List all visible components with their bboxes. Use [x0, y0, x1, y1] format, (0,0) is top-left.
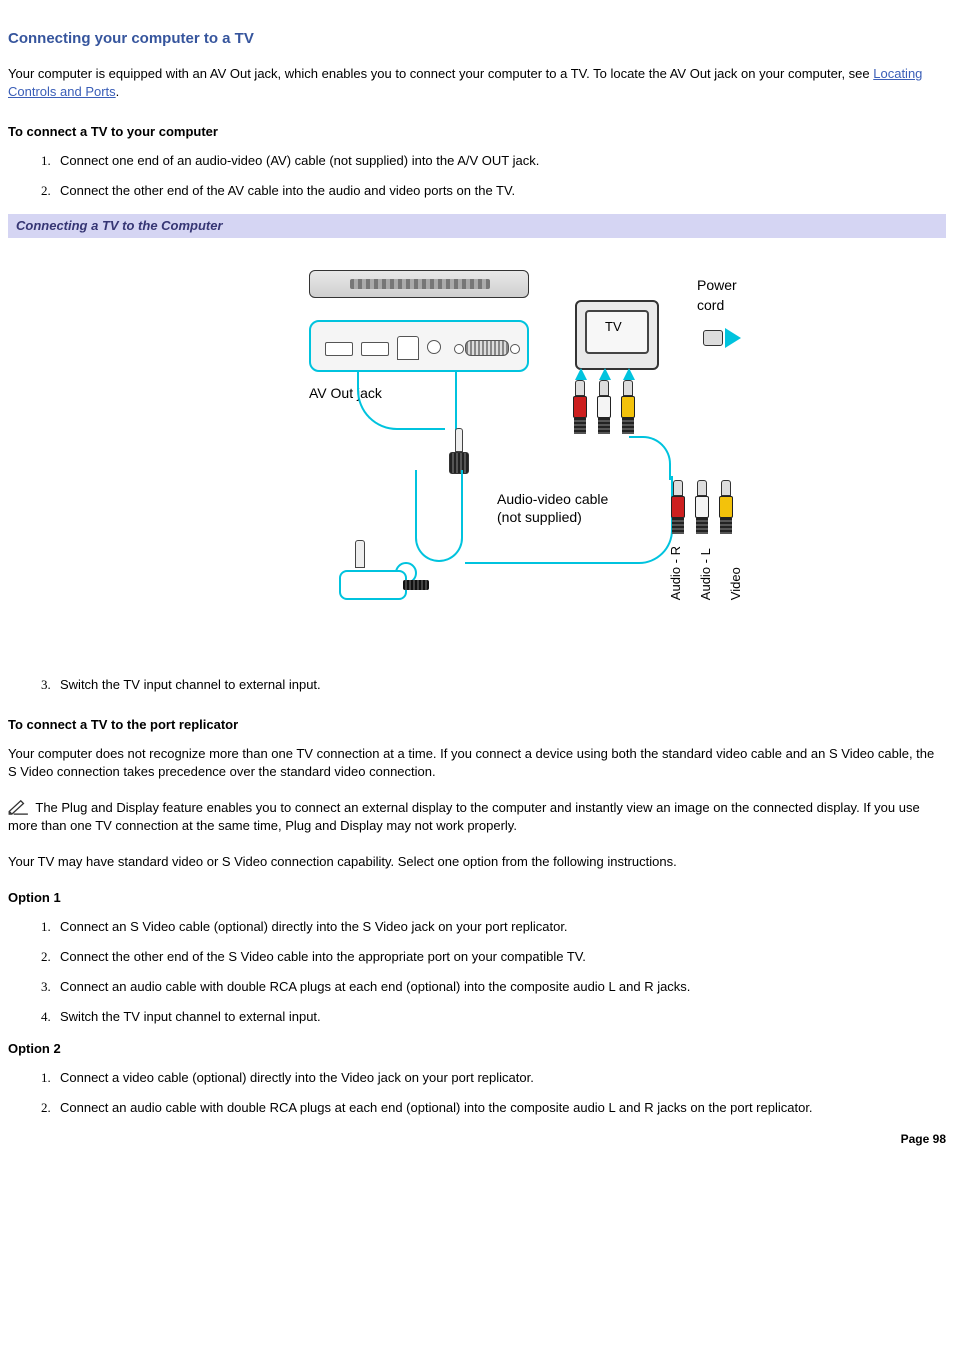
para-select-option: Your TV may have standard video or S Vid… [8, 853, 946, 871]
intro-text-b: . [116, 84, 120, 99]
cable-line-icon [455, 372, 457, 432]
note-pencil-icon [8, 799, 30, 815]
step-item: Connect an audio cable with double RCA p… [54, 978, 946, 996]
step-item: Switch the TV input channel to external … [54, 1008, 946, 1026]
step-item: Connect an audio cable with double RCA p… [54, 1099, 946, 1117]
figure-diagram: AV Out jack TV Power cord Audio-video ca… [8, 238, 946, 668]
port-panel-icon [309, 320, 529, 372]
page-title: Connecting your computer to a TV [8, 28, 946, 49]
av-out-callout-icon [357, 372, 445, 430]
video-label: Video [727, 546, 745, 600]
note-text: The Plug and Display feature enables you… [8, 800, 920, 833]
arrow-up-icon [623, 368, 635, 380]
note-paragraph: The Plug and Display feature enables you… [8, 799, 946, 835]
intro-paragraph: Your computer is equipped with an AV Out… [8, 65, 946, 101]
para-precedence: Your computer does not recognize more th… [8, 745, 946, 781]
audio-l-label: Audio - L [697, 546, 715, 600]
arrow-up-icon [575, 368, 587, 380]
laptop-icon [309, 270, 529, 298]
power-cord-label: Power cord [697, 276, 757, 315]
rca-vertical-labels: Audio - R Audio - L Video [667, 546, 746, 600]
arrow-up-icon [599, 368, 611, 380]
jack-box-icon [339, 540, 429, 614]
callout-line-icon [629, 436, 671, 480]
step-item: Switch the TV input channel to external … [54, 676, 946, 694]
step-item: Connect an S Video cable (optional) dire… [54, 918, 946, 936]
option-1-heading: Option 1 [8, 889, 946, 907]
option-2-heading: Option 2 [8, 1040, 946, 1058]
page-number: Page 98 [8, 1131, 946, 1148]
av-cable-label: Audio-video cable (not supplied) [497, 490, 608, 526]
rca-plugs-bottom-icon [671, 480, 733, 534]
power-cord-icon [661, 326, 723, 352]
tv-label: TV [605, 318, 622, 336]
intro-text-a: Your computer is equipped with an AV Out… [8, 66, 873, 81]
subhead-connect-tv: To connect a TV to your computer [8, 123, 946, 141]
option-2-steps: Connect a video cable (optional) directl… [8, 1069, 946, 1117]
step-item: Connect one end of an audio-video (AV) c… [54, 152, 946, 170]
av-cable-label-line2: (not supplied) [497, 509, 582, 525]
rca-plugs-top-icon [573, 380, 635, 434]
step-item: Connect the other end of the S Video cab… [54, 948, 946, 966]
option-1-steps: Connect an S Video cable (optional) dire… [8, 918, 946, 1027]
figure-caption: Connecting a TV to the Computer [8, 214, 946, 238]
steps-connect-tv-cont: Switch the TV input channel to external … [8, 676, 946, 694]
step-item: Connect a video cable (optional) directl… [54, 1069, 946, 1087]
subhead-port-replicator: To connect a TV to the port replicator [8, 716, 946, 734]
audio-r-label: Audio - R [667, 546, 685, 600]
av-cable-label-line1: Audio-video cable [497, 491, 608, 507]
step-item: Connect the other end of the AV cable in… [54, 182, 946, 200]
steps-connect-tv: Connect one end of an audio-video (AV) c… [8, 152, 946, 200]
